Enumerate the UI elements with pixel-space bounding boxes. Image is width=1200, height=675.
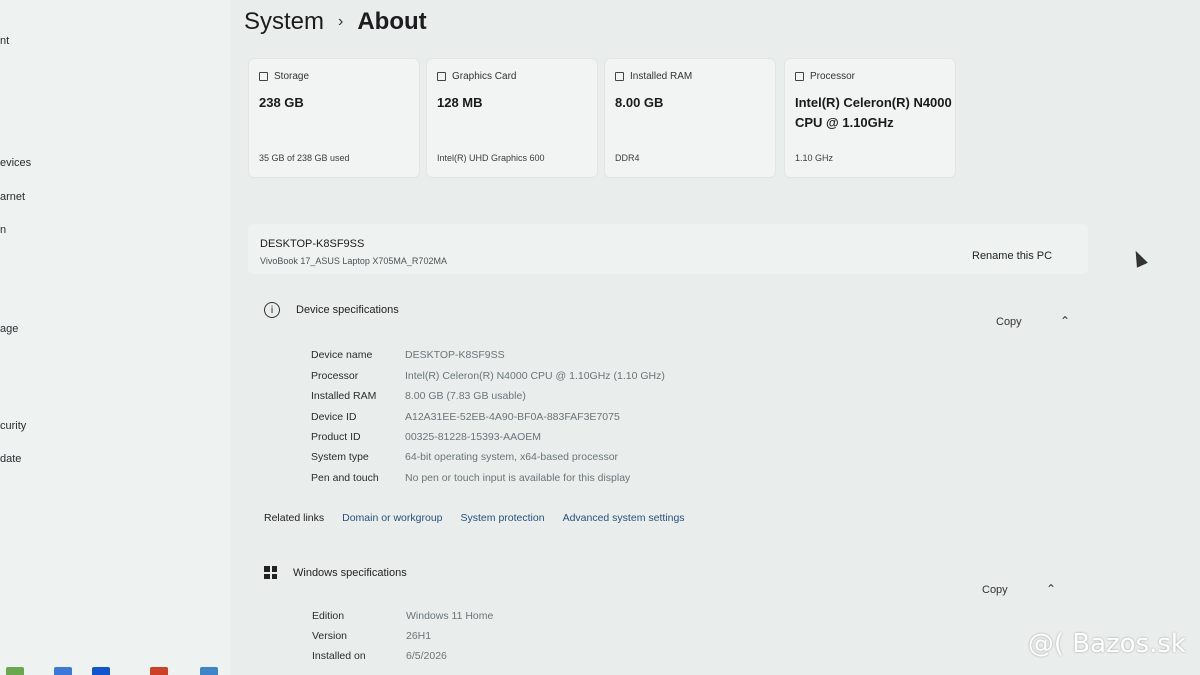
chevron-right-icon: ›	[338, 13, 344, 30]
spec-value: No pen or touch input is available for t…	[405, 472, 631, 484]
spec-row: Device name DESKTOP-K8SF9SS	[311, 349, 505, 361]
installed-ram-card[interactable]: Installed RAM 8.00 GB DDR4	[604, 58, 776, 178]
card-value: 238 GB	[259, 95, 304, 110]
domain-workgroup-link[interactable]: Domain or workgroup	[342, 512, 442, 524]
device-specs-title: Device specifications	[296, 304, 399, 316]
spec-value: Windows 11 Home	[406, 610, 494, 622]
spec-value: 64-bit operating system, x64-based proce…	[405, 451, 619, 463]
spec-row: Installed on 6/5/2026	[312, 650, 447, 662]
card-title: Graphics Card	[452, 71, 517, 82]
breadcrumb-parent[interactable]: System	[244, 8, 324, 36]
spec-value: DESKTOP-K8SF9SS	[405, 349, 505, 361]
graphics-card-card[interactable]: Graphics Card 128 MB Intel(R) UHD Graphi…	[426, 58, 598, 178]
device-specs-header[interactable]: i Device specifications	[264, 302, 399, 318]
taskbar-app-icon[interactable]	[54, 667, 72, 675]
related-links: Related links Domain or workgroup System…	[264, 512, 685, 524]
watermark: @( Bazos.sk	[1027, 629, 1186, 659]
card-subtitle: Intel(R) UHD Graphics 600	[437, 153, 545, 163]
copy-device-specs-button[interactable]: Copy	[996, 316, 1022, 328]
spec-row: System type 64-bit operating system, x64-…	[311, 451, 618, 463]
storage-icon	[259, 72, 268, 81]
page-title: About	[357, 8, 427, 35]
spec-label: Pen and touch	[311, 472, 379, 484]
spec-value: 26H1	[406, 630, 432, 642]
spec-row: Installed RAM 8.00 GB (7.83 GB usable)	[311, 390, 526, 402]
sidebar-item-1[interactable]: nt	[0, 35, 9, 47]
processor-icon	[795, 72, 804, 81]
rename-pc-button[interactable]: Rename this PC	[972, 250, 1052, 262]
spec-label: Device name	[311, 349, 373, 361]
card-subtitle: 1.10 GHz	[795, 153, 834, 163]
chevron-up-icon[interactable]: ⌃	[1046, 582, 1056, 596]
spec-row: Product ID 00325-81228-15393-AAOEM	[311, 431, 541, 443]
spec-value: 00325-81228-15393-AAOEM	[405, 431, 542, 443]
sidebar-item-update[interactable]: date	[0, 453, 21, 465]
sidebar-item-security[interactable]: curity	[0, 420, 26, 432]
card-value: 128 MB	[437, 95, 483, 110]
spec-label: Version	[312, 630, 348, 642]
spec-value: 8.00 GB (7.83 GB usable)	[405, 390, 526, 402]
spec-value: 6/5/2026	[406, 650, 447, 662]
card-title: Storage	[274, 71, 310, 82]
card-value: 8.00 GB	[615, 95, 664, 110]
spec-value: Intel(R) Celeron(R) N4000 CPU @ 1.10GHz …	[405, 370, 665, 382]
spec-label: Installed RAM	[311, 390, 377, 402]
pc-name-panel: DESKTOP-K8SF9SS VivoBook 17_ASUS Laptop …	[248, 224, 1088, 274]
card-title: Processor	[810, 71, 856, 82]
sidebar-item-4[interactable]: n	[0, 224, 6, 236]
processor-card[interactable]: Processor Intel(R) Celeron(R) N4000 CPU …	[784, 58, 956, 178]
device-specifications-section: i Device specifications Copy ⌃ Device na…	[254, 298, 1094, 498]
windows-logo-icon	[264, 566, 277, 579]
spec-row: Pen and touch No pen or touch input is av…	[311, 472, 630, 484]
spec-label: Processor	[311, 370, 359, 382]
sidebar: nt evices arnet n age curity date	[0, 0, 230, 675]
breadcrumb: System › About	[244, 8, 427, 36]
card-subtitle: 35 GB of 238 GB used	[259, 153, 350, 163]
spec-label: System type	[311, 451, 369, 463]
spec-label: Product ID	[311, 431, 361, 443]
spec-label: Installed on	[312, 650, 366, 662]
ram-icon	[615, 72, 624, 81]
card-value: Intel(R) Celeron(R) N4000 CPU @ 1.10GHz	[795, 95, 952, 130]
windows-specs-title: Windows specifications	[293, 566, 407, 579]
spec-row: Processor Intel(R) Celeron(R) N4000 CPU @…	[311, 370, 665, 382]
sidebar-item-storage[interactable]: age	[0, 323, 18, 335]
storage-card[interactable]: Storage 238 GB 35 GB of 238 GB used	[248, 58, 420, 178]
spec-label: Edition	[312, 610, 345, 622]
sidebar-item-network[interactable]: arnet	[0, 191, 25, 203]
spec-row: Edition Windows 11 Home	[312, 610, 493, 622]
copy-windows-specs-button[interactable]: Copy	[982, 584, 1008, 596]
taskbar-app-icon[interactable]	[150, 667, 168, 675]
spec-row: Version 26H1	[312, 630, 431, 642]
windows-specifications-section: Windows specifications Copy ⌃ Edition Win…	[254, 562, 1094, 672]
graphics-card-icon	[437, 72, 446, 81]
taskbar-app-icon[interactable]	[6, 667, 24, 675]
card-title: Installed RAM	[630, 71, 693, 82]
pc-name: DESKTOP-K8SF9SS	[260, 238, 365, 250]
advanced-system-settings-link[interactable]: Advanced system settings	[563, 512, 685, 524]
main-content: System › About Storage 238 GB 35 GB of 2…	[240, 0, 1200, 675]
card-subtitle: DDR4	[615, 153, 640, 163]
sidebar-item-devices[interactable]: evices	[0, 157, 31, 169]
taskbar-app-icon[interactable]	[92, 667, 110, 675]
spec-row: Device ID A12A31EE-52EB-4A90-BF0A-883FAF3…	[311, 411, 620, 423]
windows-specs-header[interactable]: Windows specifications	[264, 566, 407, 579]
info-icon: i	[264, 302, 280, 318]
spec-value: A12A31EE-52EB-4A90-BF0A-883FAF3E7075	[405, 411, 620, 423]
spec-label: Device ID	[311, 411, 357, 423]
chevron-up-icon[interactable]: ⌃	[1060, 314, 1070, 328]
taskbar	[0, 665, 230, 675]
related-links-label: Related links	[264, 512, 325, 524]
taskbar-app-icon[interactable]	[200, 667, 218, 675]
pc-model: VivoBook 17_ASUS Laptop X705MA_R702MA	[260, 256, 447, 266]
system-protection-link[interactable]: System protection	[461, 512, 545, 524]
